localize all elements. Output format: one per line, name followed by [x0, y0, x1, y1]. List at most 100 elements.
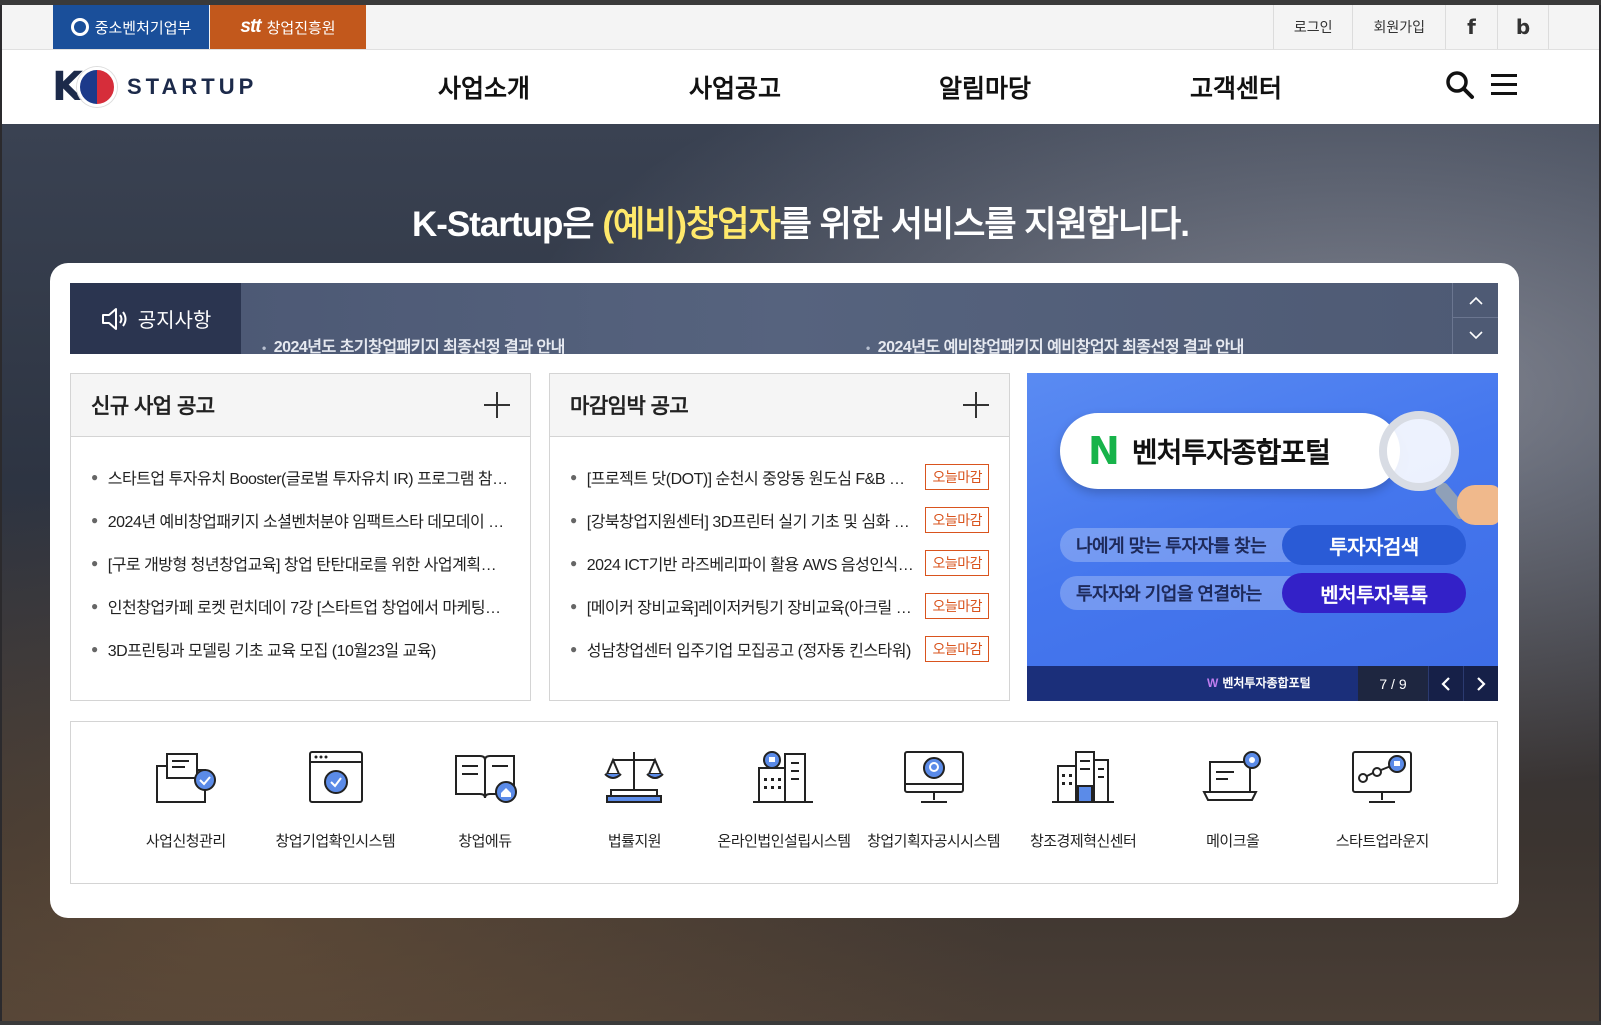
chevron-down-icon [1468, 331, 1483, 340]
menu-business-intro[interactable]: 사업소개 [438, 50, 530, 124]
list-item-text: [프로젝트 닷(DOT)] 순천시 중앙동 원도심 F&B 창업자 모집 [586, 470, 916, 488]
banner-row1-label: 나에게 맞는 투자자를 찾는 [1060, 528, 1310, 562]
quick-link-label: 온라인법인설립시스템 [717, 833, 852, 850]
notice-item[interactable]: 2024년도 예비창업패키지 예비창업자 최종선정 결과 안내 [866, 333, 1245, 357]
magnifier-icon [1379, 411, 1459, 491]
facebook-icon[interactable]: f [1445, 5, 1497, 49]
chevron-up-icon [1468, 296, 1483, 305]
banner-row2-label: 투자자와 기업을 연결하는 [1060, 576, 1310, 610]
deadline-title: 마감임박 공고 [570, 395, 689, 418]
banner-title: 벤처투자종합포털 [1131, 437, 1331, 468]
investor-search-button[interactable]: 투자자검색 [1282, 525, 1466, 565]
hand-illustration [1457, 485, 1498, 525]
monitor-badge-icon [903, 751, 964, 803]
list-item-text: 인천창업카페 로켓 런치데이 7강 [스타트업 창업에서 마케팅까지] [107, 599, 510, 617]
signup-link[interactable]: 회원가입 [1352, 5, 1445, 49]
list-item[interactable]: ● 2024년 예비창업패키지 소셜벤처분야 임팩트스타 데모데이 개최 [91, 498, 510, 541]
list-item[interactable]: ●[강북창업지원센터] 3D프린터 실기 기초 및 심화 교육 모집오늘마감 [570, 498, 989, 541]
city-buildings-icon [1052, 751, 1115, 803]
kised-logo-icon: stt [240, 16, 261, 37]
list-item-text: 3D프린팅과 모델링 기초 교육 모집 (10월23일 교육) [107, 642, 437, 660]
quick-link-creative-center[interactable]: 창조경제혁신센터 [1008, 722, 1158, 883]
banner-pager: 7 / 9 [1358, 666, 1428, 701]
folder-check-icon [155, 753, 216, 803]
notice-label-text: 공지사항 [137, 310, 212, 332]
window-frame-bottom [0, 1021, 1601, 1025]
utility-links: 로그인 회원가입 f b [1272, 5, 1549, 49]
list-item-text: 스타트업 투자유치 Booster(글로벌 투자유치 IR) 프로그램 참가기업… [107, 470, 510, 488]
quick-link-label: 창업에듀 [458, 833, 512, 850]
hamburger-menu-icon[interactable] [1489, 72, 1519, 98]
quick-link-label: 창업기업확인시스템 [275, 833, 396, 850]
kised-link[interactable]: stt 창업진흥원 [210, 5, 366, 49]
list-item[interactable]: ● 인천창업카페 로켓 런치데이 7강 [스타트업 창업에서 마케팅까지] [91, 584, 510, 627]
blog-icon[interactable]: b [1497, 5, 1549, 49]
notice-controls [1452, 283, 1498, 354]
deadline-box: 마감임박 공고 ● [프로젝트 닷(DOT)] 순천시 중앙동 원도심 F&B 창… [549, 373, 1010, 701]
search-icon[interactable] [1445, 70, 1475, 100]
scale-icon [604, 752, 665, 803]
kised-label: 창업진흥원 [266, 19, 336, 37]
notice-next-button[interactable] [1453, 318, 1498, 353]
list-item[interactable]: ●[구로 개방형 청년창업교육] 창업 탄탄대로를 위한 사업계획서 작성 교육 [91, 541, 510, 584]
deadline-badge: 오늘마감 [925, 549, 989, 576]
notice-bar: 공지사항 2024년도 초기창업패키지 최종선정 결과 안내 2024년도 예비… [70, 283, 1498, 357]
new-business-box: 신규 사업 공고 ● 스타트업 투자유치 Booster(글로벌 투자유치 IR)… [70, 373, 531, 701]
quick-link-label: 창업기획자공시시스템 [867, 833, 1001, 850]
list-item[interactable]: ● 3D프린팅과 모델링 기초 교육 모집 (10월23일 교육) [91, 627, 510, 670]
plus-icon[interactable] [484, 392, 510, 418]
login-link[interactable]: 로그인 [1272, 5, 1353, 49]
deadline-badge: 오늘마감 [925, 463, 989, 490]
menu-customer-center[interactable]: 고객센터 [1190, 50, 1282, 124]
list-item-text: [메이커 장비교육]레이저커팅기 장비교육(아크릴 조명 만들기) [586, 599, 916, 617]
quick-link-edu[interactable]: 창업에듀 [410, 722, 560, 883]
monitor-network-icon [1352, 751, 1413, 803]
banner-prev-button[interactable] [1428, 666, 1463, 701]
utility-bar: 중소벤처기업부 stt 창업진흥원 로그인 회원가입 f b [2, 5, 1599, 50]
quick-link-label: 메이크올 [1206, 833, 1260, 850]
speaker-icon [101, 307, 127, 330]
quick-links: 사업신청관리 창업기업확인시스템 창업에듀 법률지원 온라인법인설립시스템 창업… [70, 721, 1498, 884]
quick-link-startup-lounge[interactable]: 스타트업라운지 [1308, 722, 1458, 883]
list-item-text: 2024년 예비창업패키지 소셜벤처분야 임팩트스타 데모데이 개최 [107, 513, 510, 531]
venture-talk-button[interactable]: 벤처투자톡톡 [1282, 573, 1466, 613]
deadline-badge: 오늘마감 [925, 592, 989, 619]
quick-link-incorporation[interactable]: 온라인법인설립시스템 [709, 722, 859, 883]
taegeuk-icon [77, 67, 117, 107]
notice-prev-button[interactable] [1453, 283, 1498, 318]
quick-link-application[interactable]: 사업신청관리 [111, 722, 261, 883]
banner-n-logo: N [1088, 429, 1120, 473]
k-startup-logo[interactable]: K STARTUP [52, 64, 257, 110]
logo-wordmark: STARTUP [127, 74, 258, 99]
venture-portal-banner[interactable]: N 벤처투자종합포털 나에게 맞는 투자자를 찾는 투자자검색 투자자와 기업을… [1027, 373, 1498, 701]
hero-title: K-Startup은 (예비)창업자를 위한 서비스를 지원합니다. [2, 196, 1599, 247]
list-item[interactable]: ●스타트업 투자유치 Booster(글로벌 투자유치 IR) 프로그램 참가기… [91, 455, 510, 498]
menu-news[interactable]: 알림마당 [939, 50, 1031, 124]
list-item-text: 성남창업센터 입주기업 모집공고 (정자동 킨스타워) [586, 642, 912, 660]
mss-emblem-icon [70, 18, 89, 36]
banner-title-pill: N 벤처투자종합포털 [1060, 413, 1400, 489]
mss-link[interactable]: 중소벤처기업부 [53, 5, 209, 49]
notice-label[interactable]: 공지사항 [70, 283, 241, 354]
quick-link-makeall[interactable]: 메이크올 [1158, 722, 1308, 883]
menu-business-notice[interactable]: 사업공고 [689, 50, 781, 124]
quick-link-legal[interactable]: 법률지원 [560, 722, 710, 883]
list-item[interactable]: ●[프로젝트 닷(DOT)] 순천시 중앙동 원도심 F&B 창업자 모집오늘마… [570, 455, 989, 498]
browser-check-icon [309, 751, 364, 803]
quick-link-accelerator[interactable]: 창업기획자공시시스템 [859, 722, 1009, 883]
notice-item[interactable]: 2024년도 초기창업패키지 최종선정 결과 안내 [262, 333, 566, 357]
banner-footer: W 벤처투자종합포털 7 / 9 [1027, 666, 1498, 701]
list-item-text: 2024 ICT기반 라즈베리파이 활용 AWS 음성인식 교육 [586, 556, 916, 574]
list-item[interactable]: ●[메이커 장비교육]레이저커팅기 장비교육(아크릴 조명 만들기)오늘마감 [570, 584, 989, 627]
list-item-text: [구로 개방형 청년창업교육] 창업 탄탄대로를 위한 사업계획서 작성 교육 [107, 556, 510, 574]
plus-icon[interactable] [963, 392, 989, 418]
quick-link-label: 사업신청관리 [145, 833, 226, 850]
list-item[interactable]: ● 2024 ICT기반 라즈베리파이 활용 AWS 음성인식 교육 오늘마감 [570, 541, 989, 584]
quick-link-label: 법률지원 [607, 833, 662, 850]
quick-link-startup-confirm[interactable]: 창업기업확인시스템 [261, 722, 411, 883]
quick-link-label: 창조경제혁신센터 [1029, 833, 1137, 850]
banner-next-button[interactable] [1463, 666, 1498, 701]
hero-title-highlight: (예비)창업자 [602, 205, 780, 244]
list-item[interactable]: ● 성남창업센터 입주기업 모집공고 (정자동 킨스타워) 오늘마감 [570, 627, 989, 670]
book-home-icon [454, 755, 517, 803]
